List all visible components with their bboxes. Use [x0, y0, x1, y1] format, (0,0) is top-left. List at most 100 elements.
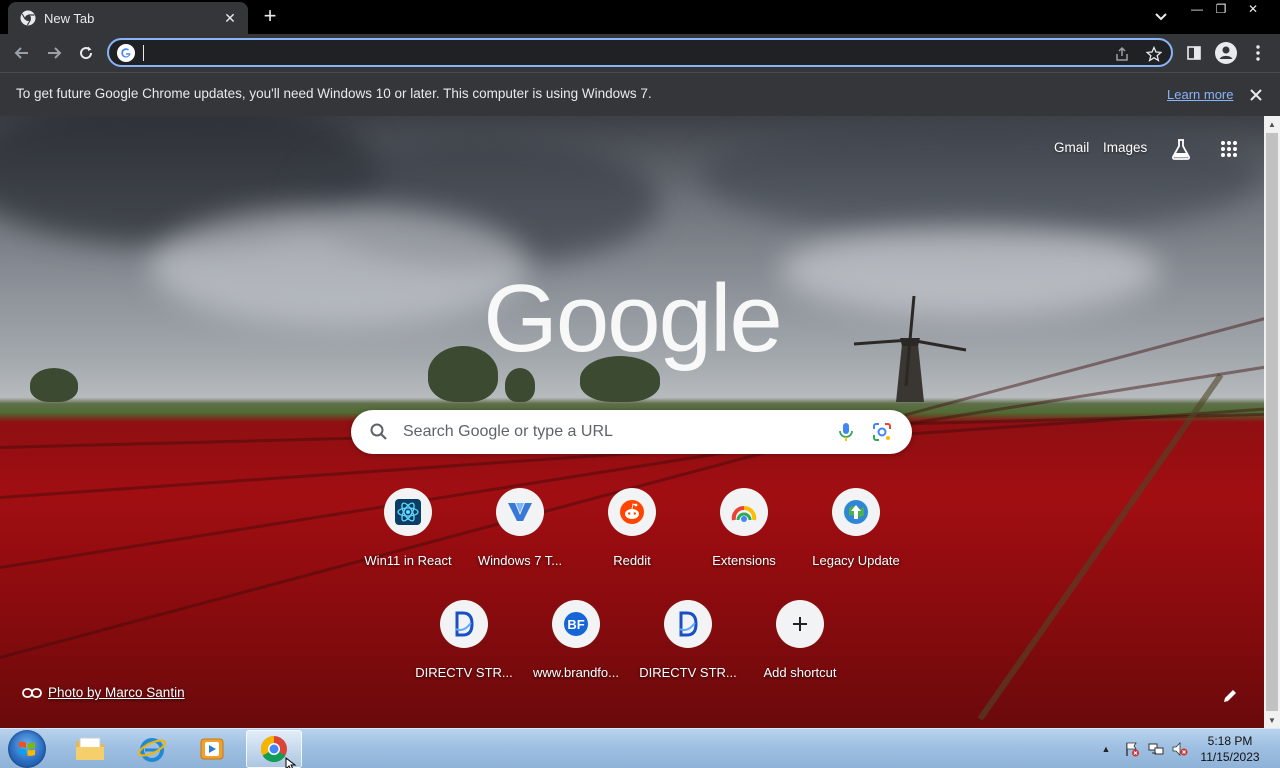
gmail-link[interactable]: Gmail: [1054, 140, 1089, 155]
forward-icon[interactable]: [40, 39, 68, 67]
plus-icon: [793, 617, 807, 631]
text-caret: [143, 45, 144, 61]
shortcut-icon-bg: [440, 600, 488, 648]
network-icon[interactable]: [1148, 741, 1164, 757]
tab-close-icon[interactable]: ✕: [222, 10, 238, 26]
profile-avatar-icon[interactable]: [1212, 39, 1240, 67]
shortcut-directv-2[interactable]: DIRECTV STR...: [632, 584, 744, 696]
shortcut-windows-7[interactable]: Windows 7 T...: [464, 472, 576, 584]
reload-icon[interactable]: [72, 39, 100, 67]
reddit-icon: [620, 500, 644, 524]
shortcut-icon-bg: [832, 488, 880, 536]
action-center-flag-icon[interactable]: [1124, 741, 1140, 757]
shortcut-legacy-update[interactable]: Legacy Update: [800, 472, 912, 584]
shortcut-label: Extensions: [712, 553, 776, 568]
scrollbar-thumb[interactable]: [1266, 133, 1278, 711]
images-link[interactable]: Images: [1103, 140, 1147, 155]
tree-shape: [30, 368, 78, 402]
back-icon[interactable]: [8, 39, 36, 67]
internet-explorer-icon: [138, 738, 166, 762]
shortcut-label: Win11 in React: [364, 553, 452, 568]
shortcut-label: Reddit: [613, 553, 651, 568]
shortcut-directv-1[interactable]: DIRECTV STR...: [408, 584, 520, 696]
show-hidden-icons-arrow[interactable]: ▲: [1098, 741, 1114, 757]
address-input[interactable]: [143, 42, 1103, 64]
taskbar-chrome[interactable]: [246, 730, 302, 768]
system-clock[interactable]: 5:18 PM 11/15/2023: [1196, 733, 1264, 765]
infobar-message: To get future Google Chrome updates, you…: [16, 86, 652, 101]
close-window-button[interactable]: ✕: [1238, 0, 1268, 18]
restore-button[interactable]: ❐: [1206, 0, 1236, 18]
legacy-update-icon: [844, 500, 868, 524]
omnibox[interactable]: [107, 38, 1173, 67]
google-lens-icon[interactable]: [871, 421, 893, 443]
start-button[interactable]: [8, 730, 46, 768]
google-logo: Google: [483, 265, 783, 372]
volume-muted-icon[interactable]: [1172, 741, 1188, 757]
apps-grid-icon[interactable]: [1216, 136, 1242, 162]
shortcut-icon-bg: [776, 600, 824, 648]
shortcut-icon-bg: [608, 488, 656, 536]
tab-strip: New Tab ✕ + — ❐ ✕: [0, 0, 1280, 34]
microphone-icon[interactable]: [835, 421, 857, 443]
windows-taskbar: ▲ 5:18 PM 11/15/2023: [0, 728, 1280, 768]
windmill-graphic: [853, 295, 967, 402]
update-infobar: To get future Google Chrome updates, you…: [0, 72, 1280, 116]
chrome-icon: [20, 10, 36, 26]
directv-icon: [455, 611, 474, 637]
infobar-close-icon[interactable]: [1246, 85, 1266, 105]
attribution-text[interactable]: Photo by Marco Santin: [48, 685, 185, 700]
tab-new-tab[interactable]: New Tab ✕: [8, 2, 248, 34]
shortcut-label: Add shortcut: [763, 665, 837, 680]
shortcut-brandfolder[interactable]: BF www.brandfo...: [520, 584, 632, 696]
labs-flask-icon[interactable]: [1168, 136, 1194, 162]
shortcut-extensions[interactable]: Extensions: [688, 472, 800, 584]
new-tab-page: Gmail Images Google Search Google or typ…: [0, 116, 1264, 728]
customize-pencil-icon[interactable]: [1218, 684, 1242, 708]
shortcut-icon-bg: [720, 488, 768, 536]
clock-time: 5:18 PM: [1207, 734, 1253, 748]
shortcut-label: www.brandfo...: [533, 665, 619, 680]
page-scrollbar[interactable]: ▲ ▼: [1264, 116, 1280, 728]
mouse-cursor-icon: [285, 757, 297, 768]
side-panel-icon[interactable]: [1180, 39, 1208, 67]
windows7-v-icon: [508, 503, 532, 521]
photo-attribution[interactable]: Photo by Marco Santin: [22, 685, 185, 700]
win11-react-icon: [395, 499, 421, 525]
tab-title: New Tab: [44, 10, 95, 26]
shortcut-label: DIRECTV STR...: [415, 665, 513, 680]
learn-more-link[interactable]: Learn more: [1167, 87, 1233, 102]
browser-toolbar: [0, 34, 1280, 72]
menu-kebab-icon[interactable]: [1244, 39, 1272, 67]
chrome-extensions-icon: [731, 506, 757, 522]
taskbar-internet-explorer[interactable]: [124, 730, 180, 768]
media-player-icon: [200, 738, 224, 760]
tab-search-chevron-icon[interactable]: [1150, 6, 1172, 28]
taskbar-explorer[interactable]: [62, 730, 118, 768]
folder-icon: [76, 737, 104, 760]
add-shortcut-button[interactable]: Add shortcut: [744, 584, 856, 696]
link-icon: [22, 687, 42, 698]
clock-date: 11/15/2023: [1200, 750, 1260, 764]
search-icon: [370, 423, 387, 440]
google-g-icon: [117, 44, 135, 62]
windows-logo-icon: [19, 741, 35, 756]
search-input[interactable]: [403, 422, 823, 442]
new-tab-button[interactable]: +: [258, 5, 282, 28]
shortcut-reddit[interactable]: Reddit: [576, 472, 688, 584]
shortcut-icon-bg: BF: [552, 600, 600, 648]
shortcut-win11-in-react[interactable]: Win11 in React: [352, 472, 464, 584]
shortcut-label: Legacy Update: [812, 553, 900, 568]
scroll-up-arrow-icon[interactable]: ▲: [1264, 116, 1280, 132]
share-icon[interactable]: [1111, 43, 1133, 65]
shortcut-icon-bg: [496, 488, 544, 536]
ntp-search-box[interactable]: [351, 410, 912, 454]
cloud-shape: [700, 116, 1260, 236]
cloud-shape: [780, 226, 1160, 316]
shortcut-label: DIRECTV STR...: [639, 665, 737, 680]
scroll-down-arrow-icon[interactable]: ▼: [1264, 712, 1280, 728]
taskbar-media-player[interactable]: [184, 730, 240, 768]
shortcut-icon-bg: [384, 488, 432, 536]
bookmark-star-icon[interactable]: [1143, 43, 1165, 65]
shortcut-label: Windows 7 T...: [477, 553, 563, 568]
